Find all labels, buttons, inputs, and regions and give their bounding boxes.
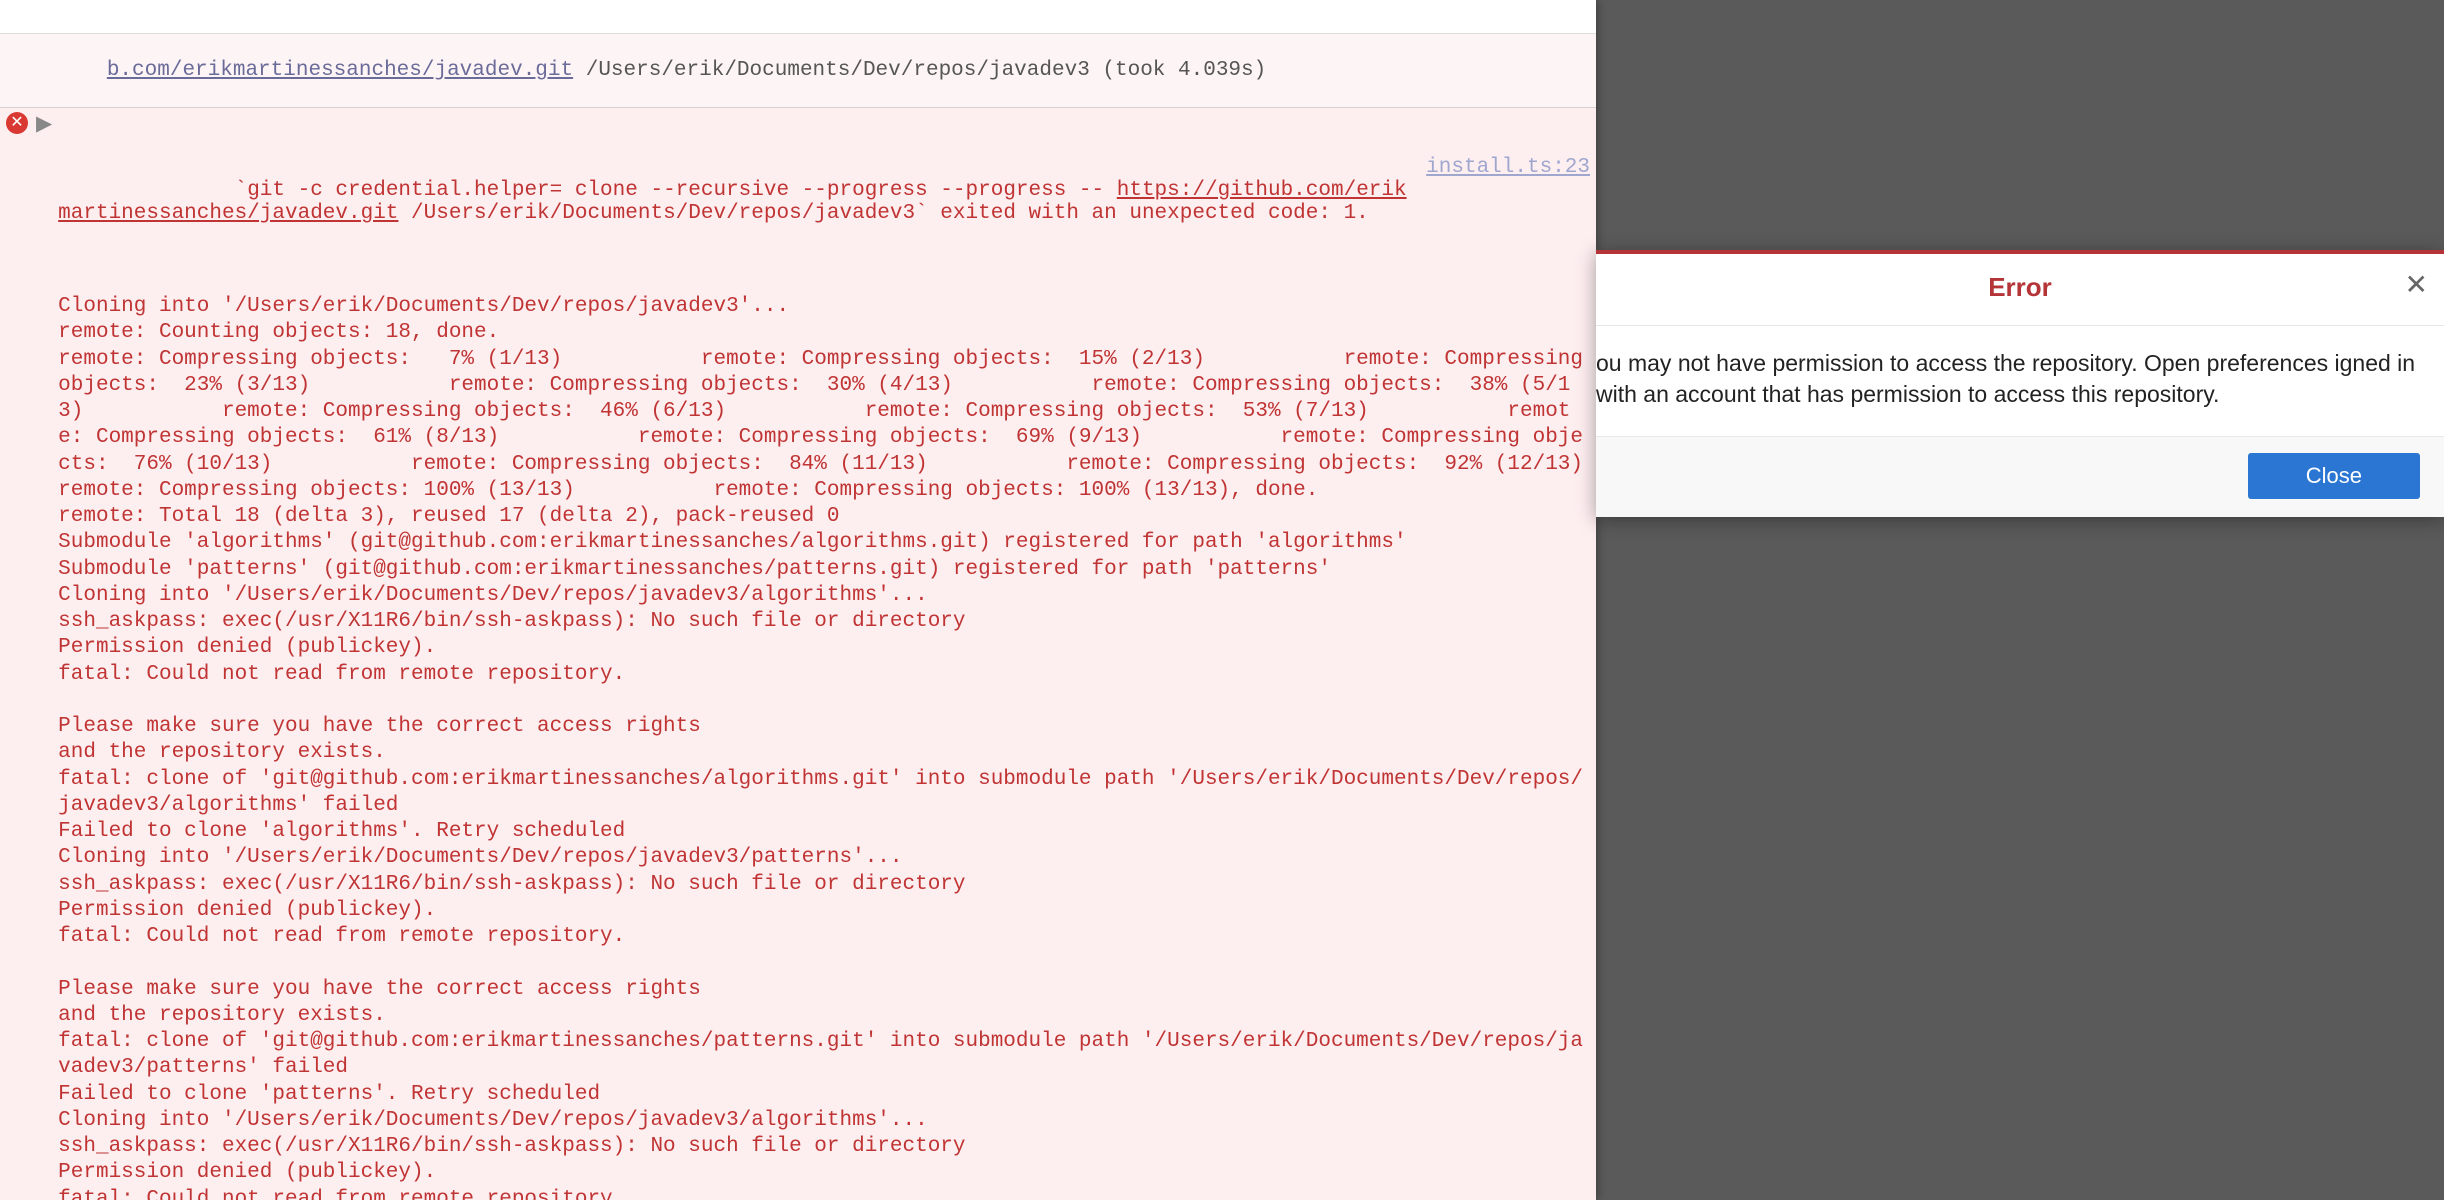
modal-title: Error <box>1988 272 2052 302</box>
modal-header: Error ✕ <box>1596 254 2444 326</box>
git-output-log: Cloning into '/Users/erik/Documents/Dev/… <box>58 294 1590 1200</box>
console-toolbar <box>0 0 1596 34</box>
git-command-prefix: `git -c credential.helper= clone --recur… <box>235 179 1117 202</box>
modal-footer: Close <box>1596 437 2444 517</box>
error-icon: ✕ <box>6 112 28 134</box>
error-modal: Error ✕ ou may not have permission to ac… <box>1596 250 2444 517</box>
git-command-suffix: /Users/erik/Documents/Dev/repos/javadev3… <box>398 202 1368 225</box>
close-icon[interactable]: ✕ <box>2405 268 2428 301</box>
console-entry-info[interactable]: b.com/erikmartinessanches/javadev.git /U… <box>0 34 1596 108</box>
modal-body-text: ou may not have permission to access the… <box>1596 326 2444 437</box>
devtools-console-panel: b.com/erikmartinessanches/javadev.git /U… <box>0 0 1596 1200</box>
clone-path-text: /Users/erik/Documents/Dev/repos/javadev3… <box>573 59 1266 82</box>
repo-url-fragment[interactable]: b.com/erikmartinessanches/javadev.git <box>107 59 573 82</box>
source-link[interactable]: install.ts:23 <box>1416 156 1590 248</box>
console-entry-error[interactable]: ✕ ▶ `git -c credential.helper= clone --r… <box>0 108 1596 1200</box>
disclosure-triangle-icon[interactable]: ▶ <box>36 111 52 137</box>
close-button[interactable]: Close <box>2248 453 2420 499</box>
